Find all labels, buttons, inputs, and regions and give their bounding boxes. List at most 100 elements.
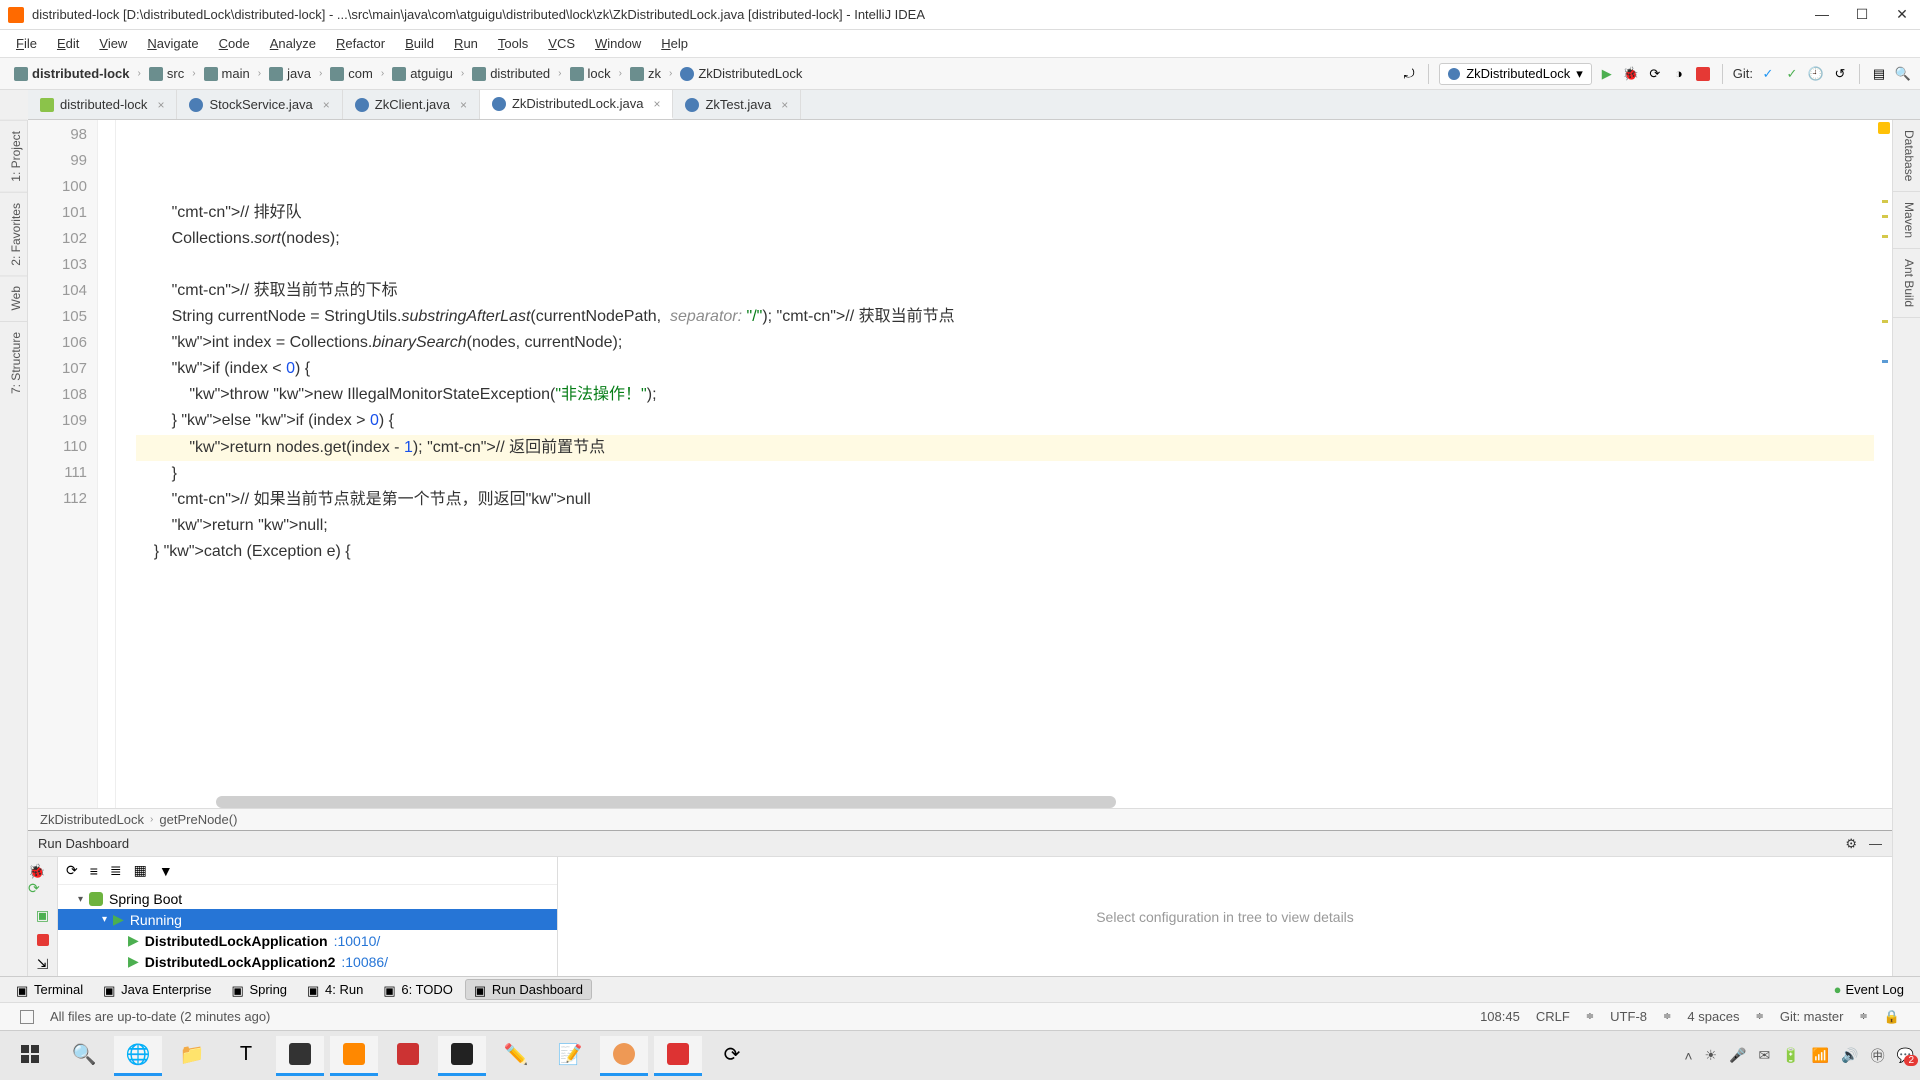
pencil-icon[interactable]: ✏️ (492, 1036, 540, 1076)
line-separator[interactable]: CRLF (1536, 1009, 1570, 1024)
tool-stripe-2-favorites[interactable]: 2: Favorites (0, 192, 27, 276)
menu-view[interactable]: View (91, 34, 135, 53)
start-button[interactable] (6, 1036, 54, 1076)
tab-zktest-java[interactable]: ZkTest.java× (673, 90, 801, 119)
debug-button[interactable]: 🐞 (1622, 65, 1640, 83)
app-icon-red[interactable] (384, 1036, 432, 1076)
code-line[interactable]: "kw">int index = Collections.binarySearc… (136, 330, 1874, 356)
dashboard-tree[interactable]: ▾ Spring Boot ▾ ▶ Running ▶ DistributedL… (58, 885, 557, 976)
breadcrumb-item[interactable]: src (143, 64, 190, 83)
run-config-selector[interactable]: ZkDistributedLock ▾ (1439, 63, 1592, 85)
code-content[interactable]: "cmt-cn">// 排好队 Collections.sort(nodes);… (116, 120, 1874, 808)
caret-marker[interactable] (1882, 360, 1888, 363)
menu-window[interactable]: Window (587, 34, 649, 53)
chrome-icon[interactable]: 🌐 (114, 1036, 162, 1076)
menu-analyze[interactable]: Analyze (262, 34, 324, 53)
gear-icon[interactable]: ⚙ (1845, 836, 1857, 852)
close-icon[interactable]: × (653, 97, 660, 111)
event-log-button[interactable]: ● Event Log (1826, 980, 1912, 999)
menu-navigate[interactable]: Navigate (139, 34, 206, 53)
bottom-tool-terminal[interactable]: ▣Terminal (8, 980, 91, 999)
tree-root-spring-boot[interactable]: ▾ Spring Boot (58, 889, 557, 909)
code-line[interactable] (136, 252, 1874, 278)
warning-marker[interactable] (1882, 200, 1888, 203)
fold-column[interactable] (98, 120, 116, 808)
breadcrumb-item[interactable]: atguigu (386, 64, 459, 83)
bottom-tool-java-enterprise[interactable]: ▣Java Enterprise (95, 980, 219, 999)
close-icon[interactable]: × (323, 98, 330, 112)
system-tray[interactable]: ˄ ☀ 🎤 ✉ 🔋 📶 🔊 ㊥ 💬 (1684, 1046, 1914, 1066)
run-dashboard-header[interactable]: Run Dashboard ⚙ — (28, 831, 1892, 857)
tree-app-port[interactable]: :10010/ (334, 933, 381, 949)
breadcrumb-item[interactable]: ZkDistributedLock (674, 64, 808, 83)
close-icon[interactable]: × (460, 98, 467, 112)
tray-weather-icon[interactable]: ☀ (1705, 1047, 1718, 1064)
menu-file[interactable]: File (8, 34, 45, 53)
git-history-icon[interactable]: 🕘 (1807, 65, 1825, 83)
breadcrumb-item[interactable]: com (324, 64, 379, 83)
tray-ime-icon[interactable]: ㊥ (1871, 1046, 1885, 1066)
tray-wifi-icon[interactable]: 📶 (1812, 1047, 1829, 1064)
code-line[interactable]: "kw">return "kw">null; (136, 513, 1874, 539)
structure-icon[interactable]: ▤ (1870, 65, 1888, 83)
close-button[interactable]: ✕ (1892, 6, 1912, 23)
file-encoding[interactable]: UTF-8 (1610, 1009, 1647, 1024)
bottom-tool-4-run[interactable]: ▣4: Run (299, 980, 371, 999)
warning-marker[interactable] (1882, 320, 1888, 323)
code-line[interactable]: Collections.sort(nodes); (136, 226, 1874, 252)
breadcrumb-item[interactable]: lock (564, 64, 617, 83)
search-icon[interactable]: 🔍 (1894, 65, 1912, 83)
tool-stripe-1-project[interactable]: 1: Project (0, 120, 27, 192)
search-taskbar-icon[interactable]: 🔍 (60, 1036, 108, 1076)
tab-zkdistributedlock-java[interactable]: ZkDistributedLock.java× (480, 90, 674, 119)
code-line[interactable]: "cmt-cn">// 如果当前节点就是第一个节点，则返回"kw">null (136, 487, 1874, 513)
breadcrumb-method[interactable]: getPreNode() (159, 812, 237, 827)
more-icon[interactable]: ⇲ (37, 956, 49, 973)
code-line[interactable]: "kw">throw "kw">new IllegalMonitorStateE… (136, 382, 1874, 408)
code-line[interactable] (136, 174, 1874, 200)
menu-tools[interactable]: Tools (490, 34, 536, 53)
collapse-icon[interactable]: ≣ (110, 862, 122, 879)
tray-mic-icon[interactable]: 🎤 (1729, 1047, 1746, 1064)
refresh-icon[interactable]: ⟳ (66, 862, 78, 879)
breadcrumb-item[interactable]: distributed (466, 64, 556, 83)
code-line[interactable]: "kw">if (index < 0) { (136, 356, 1874, 382)
git-branch[interactable]: Git: master (1780, 1009, 1844, 1024)
bottom-tool-spring[interactable]: ▣Spring (223, 980, 295, 999)
tree-app-port[interactable]: :10086/ (341, 954, 388, 970)
menu-edit[interactable]: Edit (49, 34, 87, 53)
tray-chevron-up-icon[interactable]: ˄ (1684, 1048, 1692, 1064)
terminal-taskbar-icon[interactable] (438, 1036, 486, 1076)
horizontal-scrollbar[interactable] (216, 796, 1116, 808)
xampp-icon[interactable] (330, 1036, 378, 1076)
tool-stripe-ant-build[interactable]: Ant Build (1893, 249, 1920, 318)
code-line[interactable]: "cmt-cn">// 获取当前节点的下标 (136, 278, 1874, 304)
git-commit-icon[interactable]: ✓ (1783, 65, 1801, 83)
indent-settings[interactable]: 4 spaces (1687, 1009, 1739, 1024)
warning-marker[interactable] (1882, 215, 1888, 218)
intellij-taskbar-icon[interactable] (276, 1036, 324, 1076)
tray-volume-icon[interactable]: 🔊 (1841, 1047, 1858, 1064)
tree-state-running[interactable]: ▾ ▶ Running (58, 909, 557, 930)
tray-notifications-icon[interactable]: 💬 (1897, 1047, 1914, 1064)
grid-icon[interactable]: ▦ (134, 862, 147, 879)
tool-stripe-maven[interactable]: Maven (1893, 192, 1920, 249)
code-line[interactable]: 💡 "kw">return nodes.get(index - 1); "cmt… (136, 435, 1874, 461)
text-app-icon[interactable]: T (222, 1036, 270, 1076)
breadcrumb-item[interactable]: zk (624, 64, 667, 83)
analysis-warning-icon[interactable] (1878, 122, 1890, 134)
menu-refactor[interactable]: Refactor (328, 34, 393, 53)
run-action-icon[interactable]: ▣ (36, 907, 49, 924)
breadcrumb-item[interactable]: main (198, 64, 256, 83)
tree-app-2[interactable]: ▶ DistributedLockApplication2 :10086/ (58, 951, 557, 972)
code-line[interactable]: } "kw">else "kw">if (index > 0) { (136, 408, 1874, 434)
app-icon-pink[interactable] (600, 1036, 648, 1076)
filter-icon[interactable]: ▼ (159, 863, 173, 879)
tab-distributed-lock[interactable]: distributed-lock× (28, 90, 177, 119)
marker-stripe[interactable] (1874, 120, 1892, 808)
code-line[interactable]: String currentNode = StringUtils.substri… (136, 304, 1874, 330)
menu-run[interactable]: Run (446, 34, 486, 53)
tool-stripe-database[interactable]: Database (1893, 120, 1920, 192)
rerun-icon[interactable]: 🐞⟳ (28, 863, 57, 897)
tray-mail-icon[interactable]: ✉ (1759, 1047, 1771, 1064)
